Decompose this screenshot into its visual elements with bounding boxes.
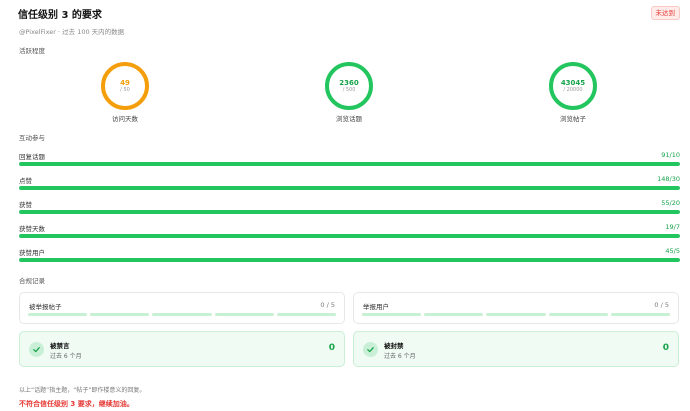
segment: [548, 313, 608, 316]
card-period: 过去 6 个月: [384, 353, 416, 360]
ring-value: 49: [120, 78, 130, 87]
segment: [28, 313, 88, 316]
flagged-users-card: 举报用户 0 / 5: [353, 292, 679, 324]
progress-row-replies: 回复话题 91/10: [19, 151, 680, 167]
check-icon: [29, 342, 44, 357]
progress-row-likes-received: 获赞 55/20: [19, 199, 680, 215]
activity-section-label: 活跃程度: [19, 47, 45, 55]
segment-bar: [28, 313, 337, 316]
progress-track: [19, 162, 680, 166]
ring-label: 访问天数: [112, 115, 138, 123]
progress-track: [19, 258, 680, 262]
status-badge: 未达到: [650, 6, 680, 20]
progress-value: 148/30: [657, 175, 680, 183]
header: 信任级别 3 的要求 未达到: [18, 6, 680, 26]
card-value: 0 / 5: [654, 301, 669, 309]
card-value: 0 / 5: [320, 301, 335, 309]
progress-fill: [19, 234, 680, 238]
segment: [214, 313, 274, 316]
progress-fill: [19, 258, 680, 262]
flagged-posts-card: 被举报帖子 0 / 5: [19, 292, 345, 324]
progress-label: 获赞用户: [19, 249, 45, 257]
segment: [362, 313, 422, 316]
card-label: 举报用户: [363, 303, 389, 311]
ring-value: 2360: [339, 78, 359, 87]
progress-value: 91/10: [661, 151, 680, 159]
page-title: 信任级别 3 的要求: [18, 10, 102, 21]
progress-label: 获赞天数: [19, 225, 45, 233]
progress-row-liked-users: 获赞用户 45/5: [19, 247, 680, 263]
ring-required: / 50: [120, 86, 130, 93]
activity-posts-read: 43045 / 20000 浏览帖子: [528, 62, 618, 123]
card-value: 0: [662, 343, 669, 353]
segment: [276, 313, 337, 316]
progress-label: 回复话题: [19, 153, 45, 161]
segment: [424, 313, 484, 316]
activity-topics-viewed: 2360 / 500 浏览话题: [304, 62, 394, 123]
progress-value: 45/5: [665, 247, 680, 255]
silenced-card: 被禁言 过去 6 个月 0: [19, 331, 345, 367]
segment: [90, 313, 150, 316]
progress-ring: 49 / 50: [101, 62, 149, 110]
card-title: 被封禁: [384, 342, 404, 350]
segment: [486, 313, 546, 316]
progress-track: [19, 234, 680, 238]
segment: [152, 313, 212, 316]
interaction-section-label: 互动参与: [19, 134, 45, 142]
card-label: 被举报帖子: [29, 303, 62, 311]
progress-label: 点赞: [19, 177, 32, 185]
result-message: 不符合信任级别 3 要求，继续加油。: [19, 400, 134, 408]
progress-label: 获赞: [19, 201, 32, 209]
progress-track: [19, 210, 680, 214]
ring-label: 浏览话题: [336, 115, 362, 123]
progress-value: 19/7: [665, 223, 680, 231]
card-period: 过去 6 个月: [50, 353, 82, 360]
activity-visit-days: 49 / 50 访问天数: [80, 62, 170, 123]
ring-required: / 20000: [563, 86, 583, 93]
progress-row-liked-days: 获赞天数 19/7: [19, 223, 680, 239]
progress-fill: [19, 186, 680, 190]
card-value: 0: [328, 343, 335, 353]
suspended-card: 被封禁 过去 6 个月 0: [353, 331, 679, 367]
ring-required: / 500: [342, 86, 356, 93]
progress-fill: [19, 162, 680, 166]
card-title: 被禁言: [50, 342, 70, 350]
ring-label: 浏览帖子: [560, 115, 586, 123]
check-icon: [363, 342, 378, 357]
compliance-section-label: 合规记录: [19, 277, 45, 285]
footer-note: 以上“话题”指主题，“帖子”即作楼意义的回复。: [19, 387, 146, 394]
ring-value: 43045: [560, 78, 586, 87]
page-subtitle: @PixelFixer · 过去 100 天内的数据: [19, 28, 125, 36]
progress-row-likes-given: 点赞 148/30: [19, 175, 680, 191]
segment-bar: [362, 313, 671, 316]
progress-value: 55/20: [661, 199, 680, 207]
progress-ring: 43045 / 20000: [549, 62, 597, 110]
segment: [610, 313, 671, 316]
progress-fill: [19, 210, 680, 214]
progress-track: [19, 186, 680, 190]
progress-ring: 2360 / 500: [325, 62, 373, 110]
